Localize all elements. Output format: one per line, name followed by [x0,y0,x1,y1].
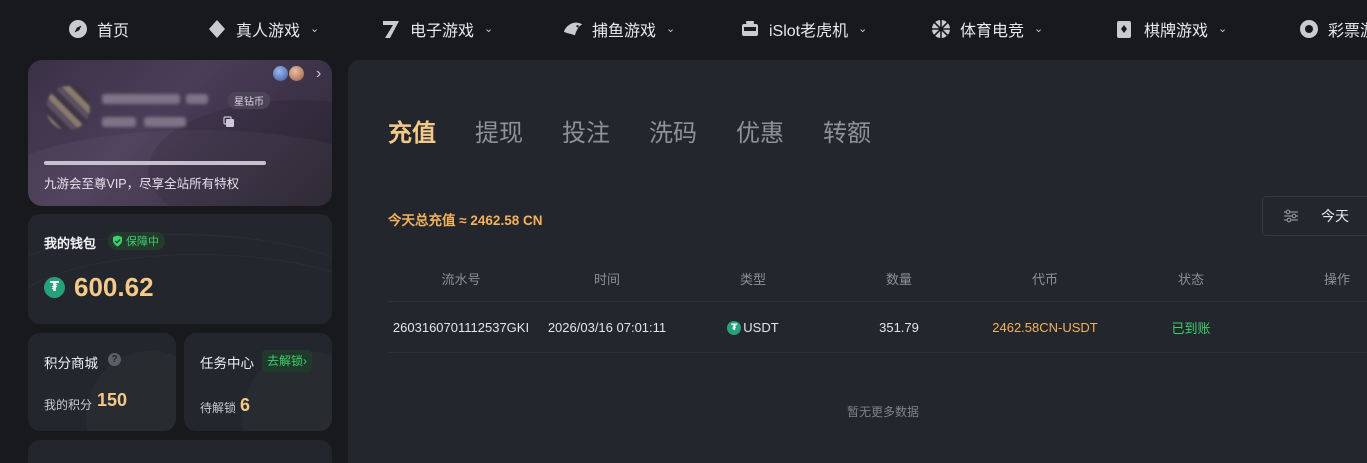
column-header-serial: 流水号 [441,272,481,287]
table-header: 流水号 时间 类型 数量 代币 状态 操作 [388,256,1367,302]
chevron-down-icon: ⌄ [484,23,494,35]
cell-token: 2462.58CN-USDT [992,320,1098,335]
cell-amount: 351.79 [879,320,919,335]
vip-card[interactable]: 星钻币 › 九游会至尊VIP，尽享全站所有特权 [28,60,332,206]
nav-label: 彩票游 [1328,22,1367,40]
nav-item-lottery[interactable]: 彩票游 [1298,0,1367,57]
top-nav: 首页 真人游戏 ⌄ 电子游戏 ⌄ 捕鱼游戏 ⌄ iSlot老虎机 ⌄ 体育电竞 … [0,0,1367,57]
column-header-token: 代币 [1031,272,1058,287]
wallet-balance: 600.62 [74,272,154,302]
filter-sliders-icon [1284,209,1298,223]
ball-icon [930,18,952,40]
cards-icon [1114,18,1136,40]
username-blurred [186,94,208,104]
nav-label: 捕鱼游戏 [592,22,657,40]
nav-item-slots[interactable]: 电子游戏 ⌄ [380,0,493,57]
tab-deposit[interactable]: 充值 [388,113,475,148]
tab-withdraw[interactable]: 提现 [475,113,562,148]
pending-value: 6 [240,395,251,415]
username-blurred [102,94,180,104]
record-tabs: 充值 提现 投注 洗码 优惠 转额 [388,113,910,148]
wallet-title: 我的钱包 [44,236,97,251]
date-filter-button[interactable]: 今天 [1262,196,1367,236]
user-id-blurred [102,117,136,127]
nav-label: 电子游戏 [410,22,475,40]
task-center-card[interactable]: 任务中心 去解锁› 待解锁 6 [184,333,332,431]
usdt-icon: ₮ [44,277,65,298]
secure-badge-label: 保障中 [126,236,159,248]
nav-item-live[interactable]: 真人游戏 ⌄ [206,0,319,57]
chevron-down-icon: ⌄ [310,23,320,35]
column-header-status: 状态 [1177,272,1204,287]
cell-status: 已到账 [1171,321,1211,336]
deposit-summary: 今天总充值 ≈ 2462.58 CN [388,213,543,228]
chevron-right-icon[interactable]: › [316,65,321,83]
nav-item-home[interactable]: 首页 [67,0,129,57]
nav-label: iSlot老虎机 [769,22,849,40]
points-value: 150 [97,390,128,410]
column-header-amount: 数量 [885,272,912,287]
nav-label: 真人游戏 [236,22,301,40]
unlock-button[interactable]: 去解锁› [262,350,312,372]
cell-action[interactable] [1264,303,1367,352]
user-id-blurred [144,117,186,127]
bottom-card [28,440,332,463]
points-label: 我的积分 [44,398,93,412]
records-panel: 充值 提现 投注 洗码 优惠 转额 今天总充值 ≈ 2462.58 CN 今天 … [348,60,1367,463]
column-header-time: 时间 [593,272,620,287]
chevron-down-icon: ⌄ [666,23,676,35]
chevron-down-icon: ⌄ [1218,23,1228,35]
cell-type-label: USDT [743,320,779,335]
seven-icon [380,18,402,40]
points-mall-title: 积分商城 [44,356,98,371]
usdt-icon: ₮ [727,320,742,335]
slot-machine-icon [739,18,761,40]
chevron-down-icon: ⌄ [858,23,868,35]
secure-badge: 保障中 [108,232,165,250]
points-mall-card[interactable]: 积分商城 ? 我的积分 150 [28,333,176,431]
tab-transfer[interactable]: 转额 [823,113,910,148]
copy-icon[interactable] [223,115,235,127]
chevron-down-icon: ⌄ [1034,23,1044,35]
table-row[interactable]: 2603160701112537GKI 2026/03/16 07:01:11 … [388,303,1367,353]
diamond-icon [206,18,228,40]
tab-bets[interactable]: 投注 [562,113,649,148]
wallet-card[interactable]: 我的钱包 保障中 ₮ 600.62 [28,214,332,324]
tab-rebate[interactable]: 洗码 [649,113,736,148]
blue-medal-icon [273,66,288,81]
nav-label: 棋牌游戏 [1144,22,1209,40]
medal-list [273,66,304,81]
bronze-medal-icon [289,66,304,81]
column-header-action: 操作 [1323,272,1350,287]
date-filter-label: 今天 [1321,208,1349,224]
column-header-type: 类型 [739,272,766,287]
help-icon[interactable]: ? [108,353,121,366]
vip-level-badge: 星钻币 [228,92,270,109]
pending-label: 待解锁 [200,401,237,415]
tab-promotions[interactable]: 优惠 [736,113,823,148]
vip-progress-bar [44,161,266,165]
cell-type: ₮ USDT [680,303,826,352]
no-more-data-text: 暂无更多数据 [846,405,919,419]
cell-time: 2026/03/16 07:01:11 [547,320,667,335]
task-center-title: 任务中心 [200,356,254,371]
nav-item-sports[interactable]: 体育电竞 ⌄ [930,0,1043,57]
nav-label: 体育电竞 [960,22,1025,40]
fish-icon [562,18,584,40]
nav-item-chess[interactable]: 棋牌游戏 ⌄ [1114,0,1227,57]
lottery-icon [1298,18,1320,40]
nav-label: 首页 [97,22,130,40]
shield-icon [113,235,122,247]
nav-item-islot[interactable]: iSlot老虎机 ⌄ [739,0,867,57]
vip-description: 九游会至尊VIP，尽享全站所有特权 [44,177,240,191]
avatar [46,86,90,130]
compass-icon [67,18,89,40]
nav-item-fishing[interactable]: 捕鱼游戏 ⌄ [562,0,675,57]
